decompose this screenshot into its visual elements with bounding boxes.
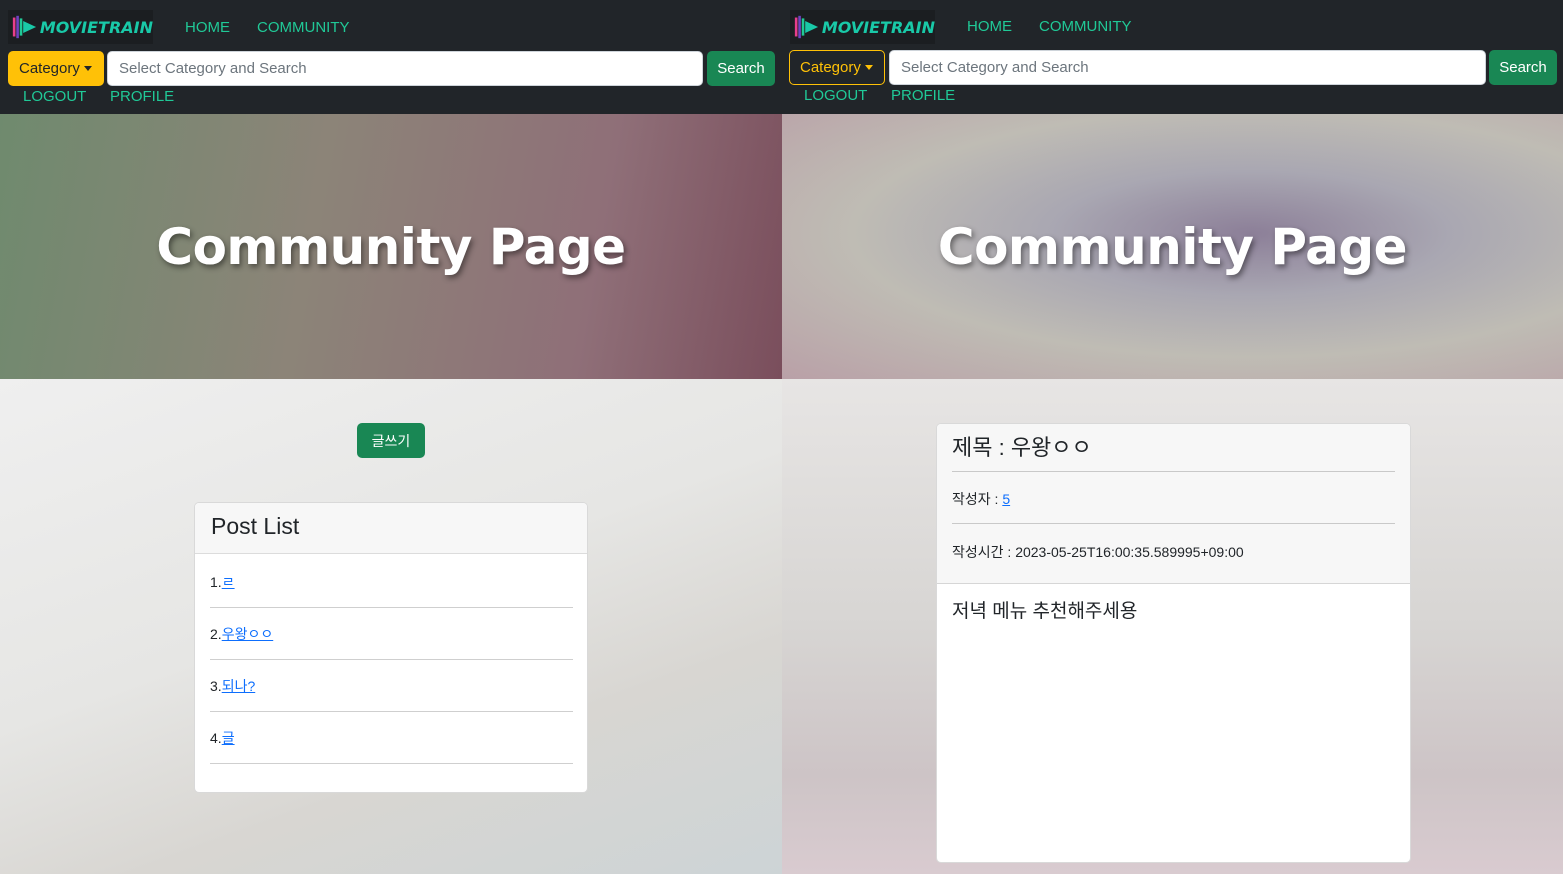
post-number: 2. (210, 625, 222, 642)
post-number: 4. (210, 729, 222, 746)
category-label: Category (800, 59, 861, 76)
nav-community-link[interactable]: COMMUNITY (1039, 18, 1132, 35)
nav-community-link[interactable]: COMMUNITY (257, 19, 350, 36)
post-content: 저녁 메뉴 추천해주세용 (952, 601, 1138, 622)
page-title: Community Page (156, 217, 626, 276)
search-button[interactable]: Search (707, 51, 775, 86)
community-list-pane: MOVIETRAIN HOME COMMUNITY Category Selec… (0, 0, 782, 874)
post-link[interactable]: 우왕ㅇㅇ (222, 624, 274, 644)
category-dropdown-button[interactable]: Category (8, 51, 104, 86)
search-input[interactable]: Select Category and Search (107, 51, 703, 86)
post-list-item: 2. 우왕ㅇㅇ (210, 608, 573, 660)
hero-banner: Community Page (0, 114, 782, 379)
nav-logout-link[interactable]: LOGOUT (23, 88, 86, 105)
nav-home-link[interactable]: HOME (185, 19, 230, 36)
post-link[interactable]: 글 (222, 728, 235, 748)
caret-down-icon (864, 65, 873, 70)
post-detail-header: 제목 : 우왕ㅇㅇ 작성자 : 5 작성시간 : 2023-05-25T16:0… (937, 424, 1410, 584)
post-timestamp: 작성시간 : 2023-05-25T16:00:35.589995+09:00 (952, 542, 1244, 562)
post-title: 제목 : 우왕ㅇㅇ (952, 435, 1092, 460)
brand-name: MOVIETRAIN (39, 17, 153, 37)
post-number: 1. (210, 573, 222, 590)
post-list-item: 3. 되나? (210, 660, 573, 712)
author-link[interactable]: 5 (1002, 491, 1010, 507)
brand-logo[interactable]: MOVIETRAIN (8, 10, 153, 44)
nav-home-link[interactable]: HOME (967, 18, 1012, 35)
hero-banner: Community Page (782, 114, 1563, 379)
nav-logout-link[interactable]: LOGOUT (804, 87, 867, 104)
brand-logo[interactable]: MOVIETRAIN (790, 10, 935, 44)
search-input[interactable]: Select Category and Search (889, 50, 1486, 85)
post-link[interactable]: ㄹ (222, 572, 235, 592)
navbar: MOVIETRAIN HOME COMMUNITY Category Selec… (782, 0, 1563, 114)
post-detail-card: 제목 : 우왕ㅇㅇ 작성자 : 5 작성시간 : 2023-05-25T16:0… (936, 423, 1411, 863)
time-value: 2023-05-25T16:00:35.589995+09:00 (1015, 544, 1244, 560)
nav-profile-link[interactable]: PROFILE (891, 87, 955, 104)
search-button[interactable]: Search (1489, 50, 1557, 85)
category-dropdown-button[interactable]: Category (789, 50, 885, 85)
post-link[interactable]: 되나? (222, 676, 256, 696)
post-list-title: Post List (195, 503, 587, 554)
navbar: MOVIETRAIN HOME COMMUNITY Category Selec… (0, 0, 782, 114)
page-title: Community Page (937, 217, 1408, 276)
caret-down-icon (83, 66, 92, 71)
post-author: 작성자 : 5 (952, 489, 1010, 509)
movietrain-logo-icon (12, 15, 37, 39)
post-list-card: Post List 1. ㄹ 2. 우왕ㅇㅇ 3. 되나? 4. 글 (194, 502, 588, 793)
author-label: 작성자 : (952, 491, 1003, 507)
community-detail-pane: MOVIETRAIN HOME COMMUNITY Category Selec… (782, 0, 1563, 874)
time-label: 작성시간 : (952, 544, 1016, 560)
post-list-item: 1. ㄹ (210, 556, 573, 608)
divider (952, 523, 1395, 524)
nav-profile-link[interactable]: PROFILE (110, 88, 174, 105)
post-list-item: 4. 글 (210, 712, 573, 764)
brand-name: MOVIETRAIN (821, 17, 935, 37)
post-number: 3. (210, 677, 222, 694)
movietrain-logo-icon (794, 15, 819, 39)
write-post-button[interactable]: 글쓰기 (357, 423, 425, 458)
category-label: Category (19, 60, 80, 77)
divider (952, 471, 1395, 472)
